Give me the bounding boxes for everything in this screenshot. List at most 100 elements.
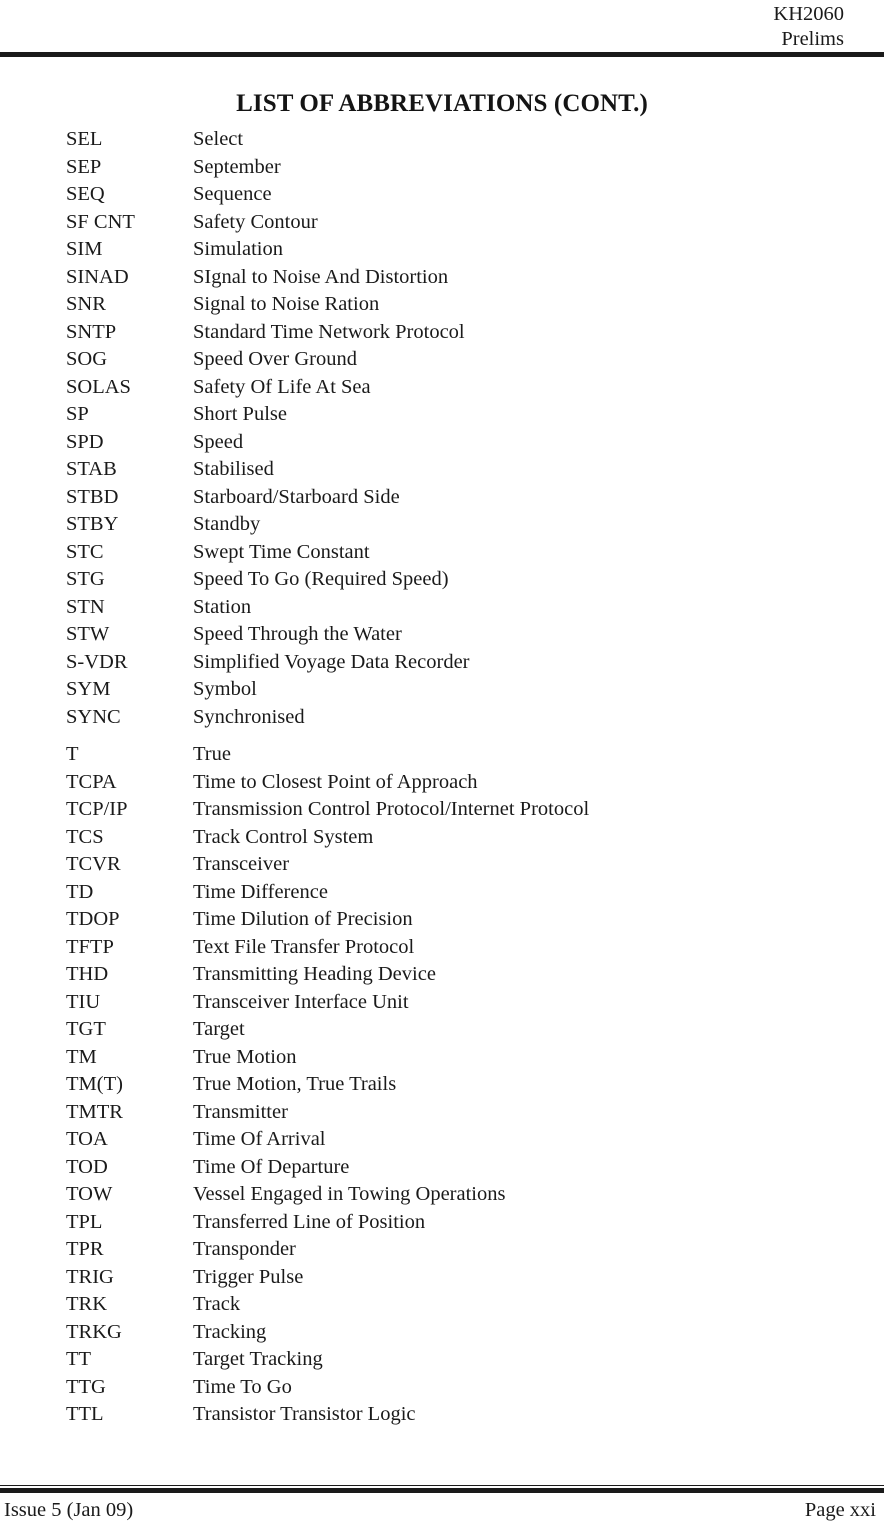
- abbreviation-term: SP: [66, 403, 89, 425]
- abbreviation-row: SYNC Synchronised: [0, 704, 884, 732]
- abbreviation-term: TTG: [66, 1375, 106, 1398]
- abbreviation-definition: Track Control System: [193, 825, 374, 848]
- abbreviation-row: SINAD SIgnal to Noise And Distortion: [0, 264, 884, 292]
- abbreviation-term: SEQ: [66, 183, 105, 205]
- abbreviation-row: TMTR Transmitter: [0, 1099, 884, 1127]
- abbreviation-row: TIU Transceiver Interface Unit: [0, 989, 884, 1017]
- abbreviation-term: TRKG: [66, 1320, 122, 1343]
- abbreviation-term: STW: [66, 623, 110, 645]
- abbreviation-term: TMTR: [66, 1100, 123, 1123]
- abbreviation-row: TPL Transferred Line of Position: [0, 1209, 884, 1237]
- abbreviation-term: SOG: [66, 348, 108, 370]
- abbreviation-row: TT Target Tracking: [0, 1346, 884, 1374]
- abbreviation-term: TFTP: [66, 935, 114, 958]
- abbreviation-definition: Time To Go: [193, 1375, 292, 1398]
- abbreviation-definition: Time Dilution of Precision: [193, 908, 413, 930]
- abbreviation-term: SIM: [66, 238, 103, 260]
- abbreviation-definition: Speed Over Ground: [193, 348, 357, 370]
- abbreviation-term: SOLAS: [66, 375, 131, 398]
- abbreviation-definition: True Motion, True Trails: [193, 1073, 397, 1095]
- abbreviation-definition: Vessel Engaged in Towing Operations: [193, 1183, 506, 1205]
- abbreviation-definition: Short Pulse: [193, 403, 287, 425]
- abbreviation-row: TM(T) True Motion, True Trails: [0, 1071, 884, 1099]
- abbreviation-row: TRK Track: [0, 1291, 884, 1319]
- header-divider-rule: [0, 52, 884, 57]
- abbreviation-row: TGT Target: [0, 1016, 884, 1044]
- abbreviation-term: STAB: [66, 458, 117, 480]
- page-header: KH2060 Prelims: [0, 0, 884, 57]
- abbreviation-row: TCPA Time to Closest Point of Approach: [0, 769, 884, 797]
- abbreviation-row: SEQ Sequence: [0, 181, 884, 209]
- abbreviation-row: TRIG Trigger Pulse: [0, 1264, 884, 1292]
- abbreviation-row: STBY Standby: [0, 511, 884, 539]
- abbreviation-term: THD: [66, 963, 109, 985]
- abbreviation-definition: Transponder: [193, 1238, 296, 1260]
- abbreviation-definition: Synchronised: [193, 705, 305, 728]
- footer-divider-thick-rule: [0, 1488, 884, 1493]
- abbreviation-definition: Speed: [193, 430, 244, 453]
- abbreviation-term: TGT: [66, 1018, 106, 1040]
- abbreviation-row: SIM Simulation: [0, 236, 884, 264]
- abbreviation-row: TOW Vessel Engaged in Towing Operations: [0, 1181, 884, 1209]
- abbreviation-definition: Transmitter: [193, 1100, 288, 1123]
- abbreviation-term: S-VDR: [66, 650, 128, 673]
- abbreviation-row: TD Time Difference: [0, 879, 884, 907]
- abbreviation-row: TOA Time Of Arrival: [0, 1126, 884, 1154]
- abbreviation-term: TTL: [66, 1403, 104, 1425]
- abbreviation-row: SNR Signal to Noise Ration: [0, 291, 884, 319]
- abbreviation-definition: Track: [193, 1293, 241, 1315]
- abbreviation-term: TT: [66, 1348, 92, 1370]
- abbreviation-row: TCP/IP Transmission Control Protocol/Inte…: [0, 796, 884, 824]
- abbreviation-definition: Time Of Departure: [193, 1155, 350, 1178]
- abbreviation-definition: Transceiver Interface Unit: [193, 990, 409, 1013]
- abbreviation-definition: Standby: [193, 513, 261, 535]
- abbreviation-definition: September: [193, 155, 281, 178]
- abbreviation-term: SPD: [66, 430, 104, 453]
- abbreviation-definition: Transistor Transistor Logic: [193, 1403, 416, 1425]
- header-identification-block: KH2060 Prelims: [0, 0, 884, 52]
- abbreviation-definition: Starboard/Starboard Side: [193, 485, 400, 508]
- abbreviation-row: SEL Select: [0, 126, 884, 154]
- abbreviation-term: TCP/IP: [66, 798, 128, 820]
- abbreviation-term: SYNC: [66, 705, 121, 728]
- abbreviation-row: STN Station: [0, 594, 884, 622]
- abbreviation-term: TIU: [66, 990, 101, 1013]
- abbreviation-term: SF CNT: [66, 210, 135, 233]
- abbreviation-definition: Time Difference: [193, 880, 328, 903]
- abbreviation-term: SEL: [66, 128, 103, 150]
- abbreviation-term: TCVR: [66, 853, 121, 875]
- abbreviation-definition: Station: [193, 595, 252, 618]
- abbreviation-definition: Stabilised: [193, 458, 274, 480]
- abbreviation-term: TOD: [66, 1155, 108, 1178]
- abbreviation-term: TRK: [66, 1293, 107, 1315]
- abbreviation-row: T True: [0, 741, 884, 769]
- abbreviation-definition: Time to Closest Point of Approach: [193, 770, 478, 793]
- abbreviation-definition: True: [193, 743, 231, 765]
- abbreviation-row: TCVR Transceiver: [0, 851, 884, 879]
- abbreviation-group: T True TCPA Time to Closest Point of Approa…: [0, 741, 884, 1429]
- abbreviation-group: SEL Select SEP September SEQ Sequence SF CNT Sa…: [0, 126, 884, 731]
- abbreviation-row: TRKG Tracking: [0, 1319, 884, 1347]
- abbreviation-term: STN: [66, 595, 105, 618]
- abbreviation-definition: Sequence: [193, 183, 272, 205]
- document-section: Prelims: [781, 28, 844, 50]
- footer-text-row: Issue 5 (Jan 09) Page xxi: [0, 1496, 884, 1524]
- footer-page-number: Page xxi: [804, 1499, 876, 1521]
- abbreviation-term: TRIG: [66, 1265, 114, 1288]
- abbreviation-term: TM(T): [66, 1073, 123, 1095]
- abbreviation-row: TDOP Time Dilution of Precision: [0, 906, 884, 934]
- abbreviation-row: TCS Track Control System: [0, 824, 884, 852]
- abbreviation-term: SINAD: [66, 265, 129, 288]
- abbreviation-term: STC: [66, 540, 104, 563]
- abbreviation-definition: Transmitting Heading Device: [193, 963, 436, 985]
- abbreviation-definition: Safety Of Life At Sea: [193, 375, 371, 398]
- abbreviation-term: SNTP: [66, 320, 117, 343]
- footer-issue: Issue 5 (Jan 09): [4, 1499, 134, 1521]
- abbreviation-term: TCS: [66, 825, 104, 848]
- abbreviation-definition: Swept Time Constant: [193, 540, 370, 563]
- abbreviations-list: SEL Select SEP September SEQ Sequence SF CNT Sa…: [0, 126, 884, 1429]
- abbreviation-definition: Signal to Noise Ration: [193, 293, 380, 315]
- abbreviation-definition: Text File Transfer Protocol: [193, 935, 415, 958]
- abbreviation-definition: Tracking: [193, 1320, 267, 1343]
- abbreviation-row: SEP September: [0, 154, 884, 182]
